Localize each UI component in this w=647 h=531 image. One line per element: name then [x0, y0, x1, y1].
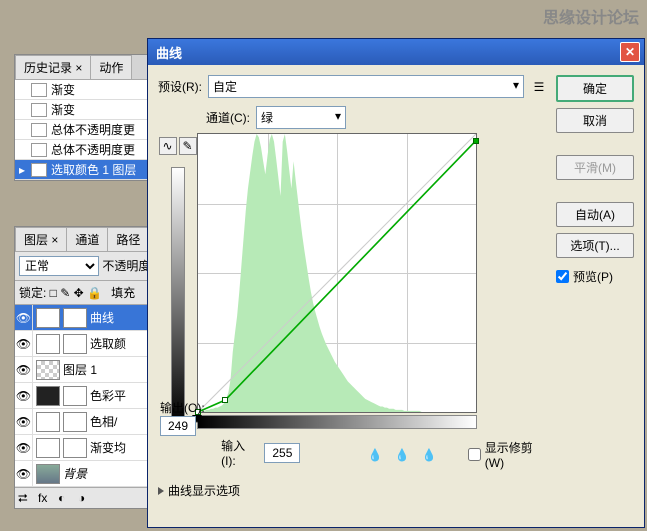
history-tabs: 历史记录 × 动作 [15, 55, 158, 80]
preview-checkbox[interactable]: 预览(P) [556, 268, 634, 285]
history-item[interactable]: 渐变 [15, 100, 158, 120]
layer-name: 背景 [63, 465, 87, 482]
history-label: 渐变 [51, 81, 75, 98]
input-field[interactable] [264, 443, 300, 463]
layer-name: 图层 1 [63, 361, 97, 378]
black-eyedropper-icon[interactable]: 💧 [366, 446, 383, 464]
eye-icon[interactable]: 👁 [15, 409, 33, 434]
channel-label: 通道(C): [206, 109, 250, 126]
layer-thumb[interactable] [36, 360, 60, 380]
fill-label: 填充 [111, 286, 135, 300]
lock-label: 锁定: □ ✎ ✥ 🔒 [19, 286, 102, 300]
output-field[interactable] [160, 416, 196, 436]
layer-thumb[interactable] [36, 464, 60, 484]
auto-button[interactable]: 自动(A) [556, 202, 634, 227]
eye-icon[interactable]: 👁 [15, 383, 33, 408]
layer-row[interactable]: 👁 曲线 [15, 305, 158, 331]
history-item[interactable]: ▸选取颜色 1 图层 [15, 160, 158, 180]
watermark-main: 思缘设计论坛 [543, 4, 639, 28]
layer-thumb[interactable] [36, 334, 60, 354]
history-label: 渐变 [51, 101, 75, 118]
input-gradient [197, 415, 477, 429]
layers-options: 正常 不透明度 [15, 252, 158, 281]
layer-row[interactable]: 👁 背景 [15, 461, 158, 487]
layer-name: 选取颜 [90, 335, 126, 352]
input-label: 输入(I): [221, 437, 258, 468]
preset-select[interactable]: 自定▾ [208, 75, 524, 98]
link-icon[interactable]: ⮂ [18, 491, 32, 505]
gray-eyedropper-icon[interactable]: 💧 [394, 446, 411, 464]
curve-grid[interactable] [197, 133, 477, 413]
eye-icon[interactable]: 👁 [15, 357, 33, 382]
layer-row[interactable]: 👁 图层 1 [15, 357, 158, 383]
layer-thumb[interactable] [36, 438, 60, 458]
curve-point-tool[interactable]: ∿ [159, 137, 177, 155]
mask-icon[interactable]: ◐ [58, 491, 72, 505]
tab-actions[interactable]: 动作 [90, 55, 132, 79]
layer-name: 色相/ [90, 413, 117, 430]
curve-pencil-tool[interactable]: ✎ [179, 137, 197, 155]
smooth-button: 平滑(M) [556, 155, 634, 180]
curve-point[interactable] [473, 138, 479, 144]
opacity-label: 不透明度 [102, 259, 150, 273]
close-button[interactable]: ✕ [620, 42, 640, 62]
history-list: 渐变 渐变 总体不透明度更 总体不透明度更 ▸选取颜色 1 图层 [15, 80, 158, 180]
curve-point[interactable] [222, 397, 228, 403]
layer-row[interactable]: 👁 色彩平 [15, 383, 158, 409]
layer-row[interactable]: 👁 渐变均 [15, 435, 158, 461]
eye-icon[interactable]: 👁 [15, 461, 33, 486]
layer-mask[interactable] [63, 412, 87, 432]
channel-select[interactable]: 绿▾ [256, 106, 346, 129]
layers-panel: 图层 × 通道 路径 正常 不透明度 锁定: □ ✎ ✥ 🔒 填充 👁 曲线 👁 选… [14, 226, 159, 509]
expand-display-options[interactable]: 曲线显示选项 [158, 482, 548, 499]
layer-name: 曲线 [90, 309, 114, 326]
layers-tabs: 图层 × 通道 路径 [15, 227, 158, 252]
history-label: 总体不透明度更 [51, 141, 135, 158]
titlebar[interactable]: 曲线 ✕ [148, 39, 644, 65]
layer-row[interactable]: 👁 选取颜 [15, 331, 158, 357]
layer-mask[interactable] [63, 386, 87, 406]
lock-row: 锁定: □ ✎ ✥ 🔒 填充 [15, 281, 158, 305]
preset-menu-icon[interactable]: ☰ [530, 80, 548, 94]
eye-icon[interactable]: 👁 [15, 305, 33, 330]
tab-paths[interactable]: 路径 [107, 227, 149, 251]
show-clipping-checkbox[interactable]: 显示修剪(W) [468, 439, 548, 470]
layer-name: 渐变均 [90, 439, 126, 456]
layer-list: 👁 曲线 👁 选取颜 👁 图层 1 👁 色彩平 👁 色相/ 👁 渐变均 👁 背景 [15, 305, 158, 487]
layer-thumb[interactable] [36, 308, 60, 328]
eye-icon[interactable]: 👁 [15, 435, 33, 460]
eye-icon[interactable]: 👁 [15, 331, 33, 356]
history-item[interactable]: 渐变 [15, 80, 158, 100]
layer-mask[interactable] [63, 334, 87, 354]
layer-row[interactable]: 👁 色相/ [15, 409, 158, 435]
output-gradient [171, 167, 185, 423]
layer-mask[interactable] [63, 438, 87, 458]
output-label: 输出(O): [160, 399, 205, 416]
history-item[interactable]: 总体不透明度更 [15, 140, 158, 160]
layer-mask[interactable] [63, 308, 87, 328]
chevron-right-icon [158, 487, 164, 495]
options-button[interactable]: 选项(T)... [556, 233, 634, 258]
tab-layers[interactable]: 图层 × [15, 227, 67, 251]
layer-name: 色彩平 [90, 387, 126, 404]
tab-history[interactable]: 历史记录 × [15, 55, 91, 79]
curve-line [198, 134, 476, 412]
history-label: 选取颜色 1 图层 [51, 161, 136, 178]
layer-thumb[interactable] [36, 412, 60, 432]
tab-channels[interactable]: 通道 [66, 227, 108, 251]
blend-mode-select[interactable]: 正常 [19, 256, 99, 276]
layer-bottom-bar: ⮂ fx ◐ ◑ [15, 487, 158, 508]
history-label: 总体不透明度更 [51, 121, 135, 138]
dialog-title: 曲线 [152, 43, 620, 62]
layer-thumb[interactable] [36, 386, 60, 406]
adjustment-icon[interactable]: ◑ [78, 491, 92, 505]
fx-icon[interactable]: fx [38, 491, 52, 505]
preset-label: 预设(R): [158, 78, 202, 95]
history-item[interactable]: 总体不透明度更 [15, 120, 158, 140]
cancel-button[interactable]: 取消 [556, 108, 634, 133]
ok-button[interactable]: 确定 [556, 75, 634, 102]
history-panel: 历史记录 × 动作 渐变 渐变 总体不透明度更 总体不透明度更 ▸选取颜色 1 … [14, 54, 159, 181]
white-eyedropper-icon[interactable]: 💧 [421, 446, 438, 464]
curves-dialog: 曲线 ✕ 预设(R): 自定▾ ☰ 通道(C): 绿▾ ∿ ✎ [147, 38, 645, 528]
